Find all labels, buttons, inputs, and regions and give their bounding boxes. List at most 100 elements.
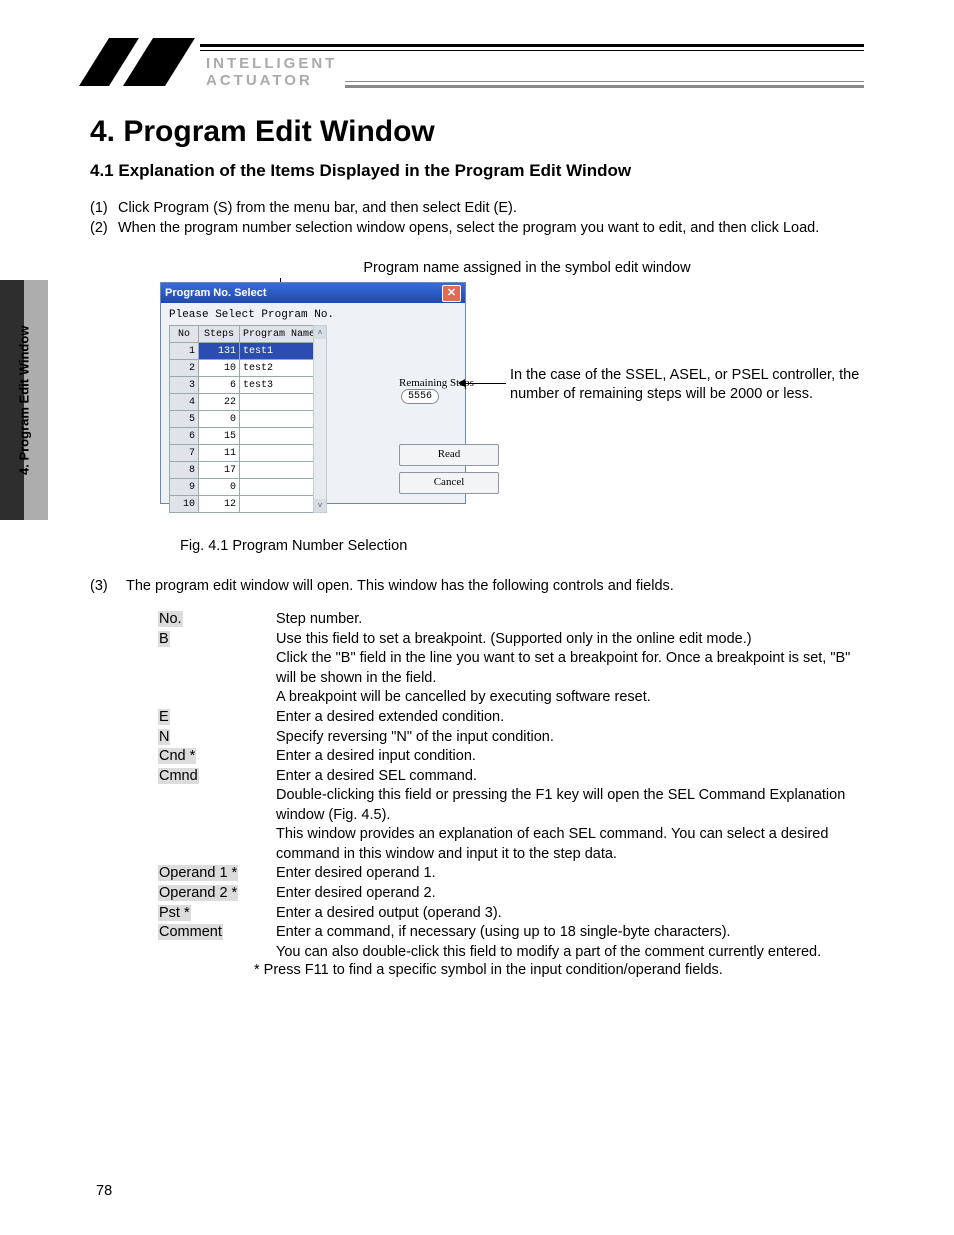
logo-mark: [90, 35, 190, 89]
table-row[interactable]: 422: [170, 394, 319, 411]
side-tab-label: 4. Program Edit Window: [0, 280, 48, 520]
cell-no: 4: [170, 394, 199, 411]
scroll-down-icon[interactable]: ˅: [314, 499, 326, 512]
definition-term: Comment: [158, 923, 276, 962]
definition-desc: Enter desired operand 2.: [276, 884, 864, 904]
scroll-up-icon[interactable]: ˄: [314, 326, 326, 339]
definition-desc: Use this field to set a breakpoint. (Sup…: [276, 630, 864, 708]
cell-name: test3: [240, 377, 319, 394]
cell-name: [240, 411, 319, 428]
cell-name: [240, 462, 319, 479]
cell-steps: 6: [199, 377, 240, 394]
table-row[interactable]: 817: [170, 462, 319, 479]
cell-steps: 15: [199, 428, 240, 445]
definition-row: EEnter a desired extended condition.: [158, 708, 864, 728]
cell-steps: 17: [199, 462, 240, 479]
table-row[interactable]: 615: [170, 428, 319, 445]
definition-desc: Enter a desired output (operand 3).: [276, 904, 864, 924]
cell-no: 8: [170, 462, 199, 479]
page-number: 78: [96, 1183, 112, 1199]
cell-no: 6: [170, 428, 199, 445]
col-steps: Steps: [199, 326, 240, 343]
table-row[interactable]: 36test3: [170, 377, 319, 394]
cancel-button[interactable]: Cancel: [399, 472, 499, 494]
definition-desc: Enter a desired SEL command.Double-click…: [276, 767, 864, 865]
table-row[interactable]: 1012: [170, 496, 319, 513]
paragraph: The program edit window will open. This …: [126, 578, 674, 594]
cell-no: 7: [170, 445, 199, 462]
close-icon[interactable]: ✕: [442, 285, 461, 302]
logo-text: INTELLIGENTACTUATOR: [206, 55, 337, 90]
read-button[interactable]: Read: [399, 444, 499, 466]
window-title: Program No. Select: [165, 287, 266, 299]
cell-steps: 131: [199, 343, 240, 360]
section-heading: 4. Program Edit Window: [90, 115, 864, 149]
table-row[interactable]: 711: [170, 445, 319, 462]
cell-steps: 22: [199, 394, 240, 411]
definition-desc: Enter a desired input condition.: [276, 747, 864, 767]
definition-desc: Enter a desired extended condition.: [276, 708, 864, 728]
definition-term: Cmnd: [158, 767, 276, 865]
paragraph: When the program number selection window…: [118, 219, 819, 239]
definition-term: N: [158, 728, 276, 748]
definition-term: Cnd *: [158, 747, 276, 767]
definition-desc: Enter a command, if necessary (using up …: [276, 923, 864, 962]
side-tab: 4. Program Edit Window: [0, 280, 48, 520]
definition-term: Pst *: [158, 904, 276, 924]
definition-desc: Enter desired operand 1.: [276, 864, 864, 884]
window-prompt: Please Select Program No.: [169, 309, 457, 321]
col-no: No: [170, 326, 199, 343]
table-row[interactable]: 210test2: [170, 360, 319, 377]
cell-no: 9: [170, 479, 199, 496]
cell-name: [240, 394, 319, 411]
definition-row: Pst *Enter a desired output (operand 3).: [158, 904, 864, 924]
cell-no: 10: [170, 496, 199, 513]
cell-steps: 10: [199, 360, 240, 377]
definition-term: Operand 2 *: [158, 884, 276, 904]
definition-term: E: [158, 708, 276, 728]
figure-annotation-top: Program name assigned in the symbol edit…: [190, 260, 864, 276]
definition-term: Operand 1 *: [158, 864, 276, 884]
program-select-window: Program No. Select ✕ Please Select Progr…: [160, 282, 466, 504]
list-number: (3): [90, 578, 126, 594]
cell-steps: 12: [199, 496, 240, 513]
definition-row: Cnd *Enter a desired input condition.: [158, 747, 864, 767]
definition-desc: Step number.: [276, 610, 864, 630]
window-titlebar[interactable]: Program No. Select ✕: [161, 283, 465, 303]
cell-name: [240, 479, 319, 496]
definition-row: CmndEnter a desired SEL command.Double-c…: [158, 767, 864, 865]
cell-name: [240, 445, 319, 462]
cell-name: [240, 428, 319, 445]
table-row[interactable]: 90: [170, 479, 319, 496]
footnote: * Press F11 to find a specific symbol in…: [254, 962, 864, 978]
header: INTELLIGENTACTUATOR: [90, 35, 864, 89]
cell-name: test1: [240, 343, 319, 360]
cell-no: 3: [170, 377, 199, 394]
list-number: (2): [90, 219, 118, 239]
remaining-steps-value: 5556: [401, 389, 439, 404]
cell-steps: 0: [199, 411, 240, 428]
cell-no: 1: [170, 343, 199, 360]
list-number: (1): [90, 199, 118, 219]
scrollbar[interactable]: ˄ ˅: [313, 325, 327, 513]
definition-desc: Specify reversing "N" of the input condi…: [276, 728, 864, 748]
cell-name: [240, 496, 319, 513]
paragraph: Click Program (S) from the menu bar, and…: [118, 199, 517, 219]
cell-no: 5: [170, 411, 199, 428]
cell-name: test2: [240, 360, 319, 377]
definition-row: Operand 2 *Enter desired operand 2.: [158, 884, 864, 904]
definition-row: CommentEnter a command, if necessary (us…: [158, 923, 864, 962]
cell-steps: 11: [199, 445, 240, 462]
definition-term: No.: [158, 610, 276, 630]
subsection-heading: 4.1 Explanation of the Items Displayed i…: [90, 161, 864, 181]
definition-term: B: [158, 630, 276, 708]
table-row[interactable]: 1131test1: [170, 343, 319, 360]
cell-no: 2: [170, 360, 199, 377]
definition-row: Operand 1 *Enter desired operand 1.: [158, 864, 864, 884]
table-row[interactable]: 50: [170, 411, 319, 428]
col-name: Program Name: [240, 326, 319, 343]
figure-annotation-side: In the case of the SSEL, ASEL, or PSEL c…: [510, 366, 860, 404]
definition-row: NSpecify reversing "N" of the input cond…: [158, 728, 864, 748]
definition-row: BUse this field to set a breakpoint. (Su…: [158, 630, 864, 708]
program-table[interactable]: No Steps Program Name 1131test1210test23…: [169, 325, 319, 513]
